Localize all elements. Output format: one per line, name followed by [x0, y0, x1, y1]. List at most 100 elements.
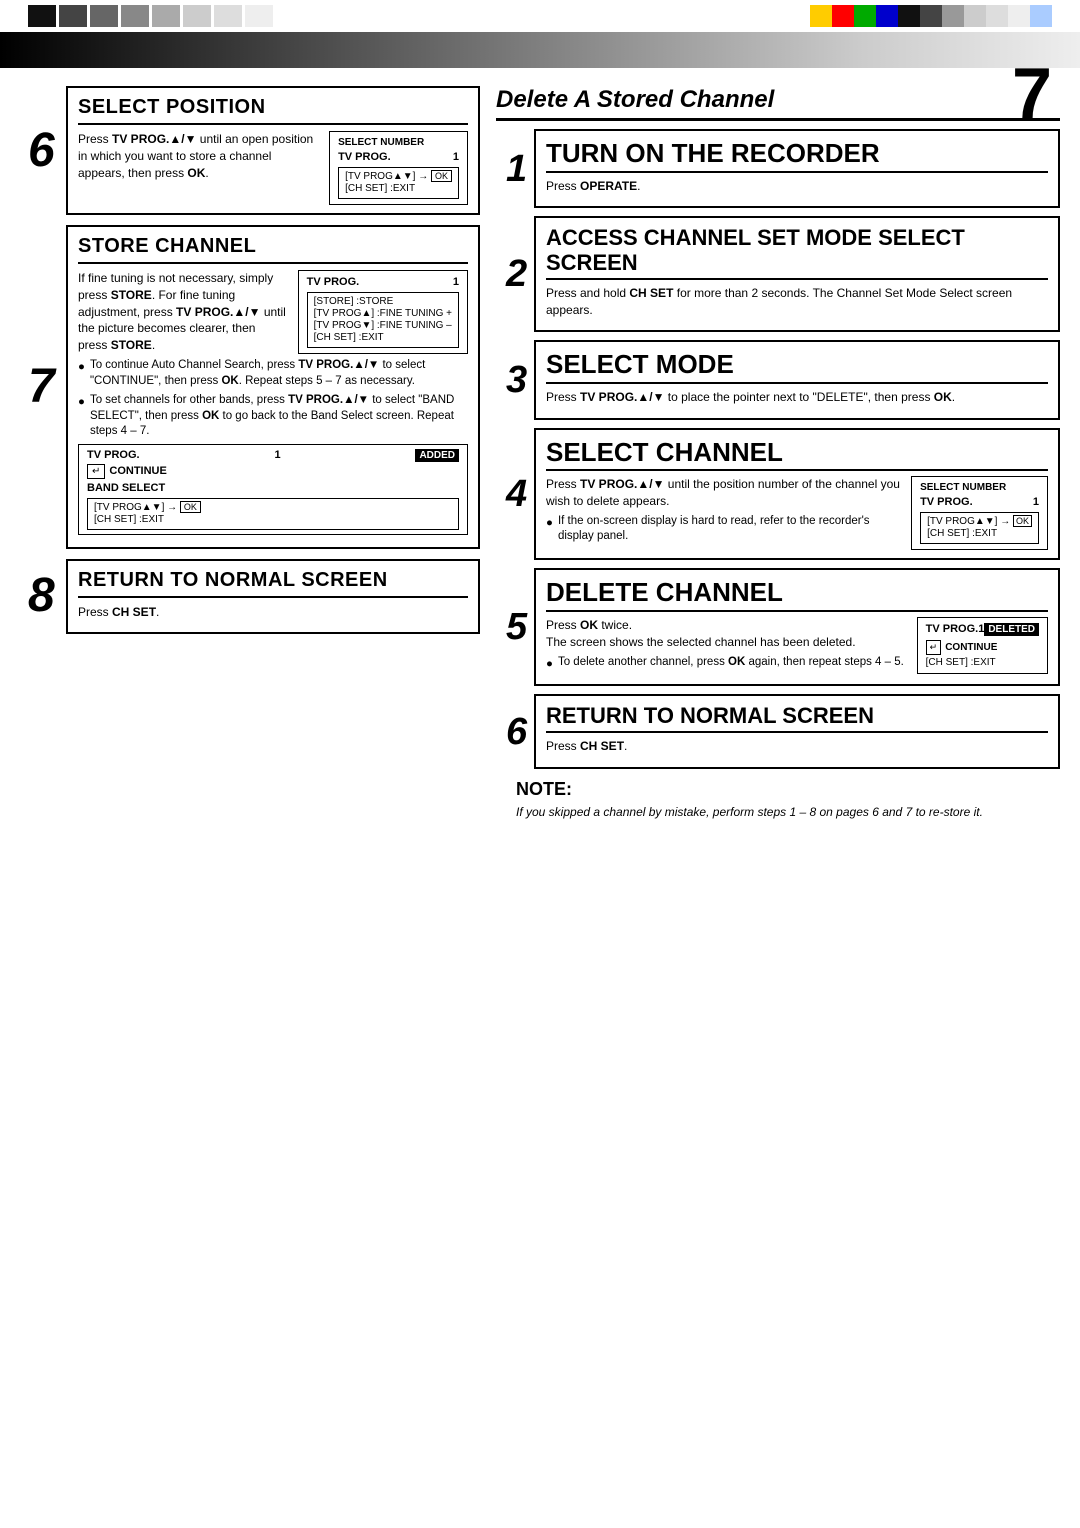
delete-channel-content: TV PROG. 1 DELETED ↵ CONTINUE [CH SET] :… — [546, 617, 1048, 676]
del-label: TV PROG. — [926, 623, 979, 636]
color-block-vlt — [986, 5, 1008, 27]
sc-bullet-text: If the on-screen display is hard to read… — [558, 514, 901, 545]
nav-key-1: [TV PROG▲▼] → OK — [345, 171, 452, 182]
band-select-label: BAND SELECT — [87, 482, 459, 494]
color-block-2 — [59, 5, 87, 27]
color-blocks-left — [28, 5, 273, 27]
step-1-number: 1 — [506, 150, 527, 188]
access-channel-section: ACCESS CHANNEL SET MODE SELECT SCREEN Pr… — [534, 216, 1060, 332]
bullet-dot-2: ● — [78, 395, 85, 440]
store-tvprog-label: TV PROG. — [307, 276, 360, 288]
return-normal-section-right: RETURN TO NORMAL SCREEN Press CH SET. — [534, 694, 1060, 769]
deleted-badge: DELETED — [984, 623, 1039, 636]
sc-bullet-dot: ● — [546, 516, 553, 545]
right-column: Delete A Stored Channel 1 TURN ON THE RE… — [496, 86, 1060, 821]
sc-nav-2: [CH SET] :EXIT — [927, 528, 1032, 539]
store-nav-1: [STORE] :STORE — [314, 296, 452, 307]
note-section: NOTE: If you skipped a channel by mistak… — [496, 779, 1060, 821]
select-channel-content: SELECT NUMBER TV PROG. 1 [TV PROG▲▼] → O… — [546, 476, 1048, 550]
del-exit: [CH SET] :EXIT — [926, 657, 1039, 668]
return-normal-body-right: Press CH SET. — [546, 738, 1048, 755]
return-normal-body-left: Press CH SET. — [78, 604, 468, 621]
tv-prog-value: 1 — [453, 151, 459, 163]
note-body: If you skipped a channel by mistake, per… — [516, 804, 1060, 821]
store-nav-3: [TV PROG▼] :FINE TUNING – — [314, 320, 452, 331]
return-normal-section-left: RETURN TO NORMAL SCREEN Press CH SET. — [66, 559, 480, 635]
page-number: 7 — [1012, 58, 1052, 130]
color-blocks-right — [810, 5, 1052, 27]
sc-bullet: ● If the on-screen display is hard to re… — [546, 514, 901, 545]
store-channel-section: STORE CHANNEL TV PROG. 1 [STORE] :STORE … — [66, 225, 480, 549]
color-block-yellow — [810, 5, 832, 27]
select-channel-num-row: TV PROG. 1 — [920, 496, 1039, 508]
select-mode-section: SELECT MODE Press TV PROG.▲/▼ to place t… — [534, 340, 1060, 419]
select-position-content: SELECT NUMBER TV PROG. 1 [TV PROG▲▼] → O… — [78, 131, 468, 205]
left-column: 6 SELECT POSITION SELECT NUMBER TV PROG.… — [20, 86, 480, 821]
color-block-wh — [1008, 5, 1030, 27]
store-nav-ch: [CH SET] :EXIT — [94, 514, 452, 525]
store-channel-infobox: TV PROG. 1 [STORE] :STORE [TV PROG▲] :FI… — [298, 270, 468, 354]
del-bullet-text: To delete another channel, press OK agai… — [558, 655, 904, 673]
top-bar — [0, 0, 1080, 32]
step-2-access-channel: 2 ACCESS CHANNEL SET MODE SELECT SCREEN … — [534, 216, 1060, 332]
step-8-return-normal: 8 RETURN TO NORMAL SCREEN Press CH SET. — [66, 559, 480, 635]
step-4-number: 4 — [506, 475, 527, 513]
access-channel-title: ACCESS CHANNEL SET MODE SELECT SCREEN — [546, 226, 1048, 279]
delete-stored-channel-header: Delete A Stored Channel — [496, 86, 1060, 121]
color-block-blue — [876, 5, 898, 27]
store-channel-nav: [STORE] :STORE [TV PROG▲] :FINE TUNING +… — [307, 292, 459, 348]
select-position-infobox: SELECT NUMBER TV PROG. 1 [TV PROG▲▼] → O… — [329, 131, 468, 205]
select-channel-section: SELECT CHANNEL SELECT NUMBER TV PROG. 1 … — [534, 428, 1060, 561]
store-nav-keys: [TV PROG▲▼] → OK [CH SET] :EXIT — [87, 498, 459, 530]
store-tvprog-row: TV PROG. 1 — [307, 276, 459, 288]
del-continue-row: ↵ CONTINUE — [926, 640, 1039, 655]
color-block-8 — [245, 5, 273, 27]
turn-on-title: TURN ON THE RECORDER — [546, 139, 1048, 173]
store-display-label: TV PROG. — [87, 449, 140, 461]
sc-label: TV PROG. — [920, 496, 973, 508]
sc-value: 1 — [1033, 496, 1039, 508]
store-bullet-1-text: To continue Auto Channel Search, press T… — [90, 358, 468, 389]
select-channel-nav: [TV PROG▲▼] → OK [CH SET] :EXIT — [920, 512, 1039, 544]
return-normal-title-right: RETURN TO NORMAL SCREEN — [546, 704, 1048, 733]
color-block-black — [898, 5, 920, 27]
select-position-section: SELECT POSITION SELECT NUMBER TV PROG. 1… — [66, 86, 480, 215]
step-6-return-normal: 6 RETURN TO NORMAL SCREEN Press CH SET. — [534, 694, 1060, 769]
color-block-dk — [920, 5, 942, 27]
step-7-store-channel: 7 STORE CHANNEL TV PROG. 1 [STORE] :STOR… — [66, 225, 480, 549]
store-bullet-1: ● To continue Auto Channel Search, press… — [78, 358, 468, 389]
step-3-select-mode: 3 SELECT MODE Press TV PROG.▲/▼ to place… — [534, 340, 1060, 419]
continue-icon: ↵ — [87, 464, 105, 479]
delete-channel-infobox: TV PROG. 1 DELETED ↵ CONTINUE [CH SET] :… — [917, 617, 1048, 674]
color-block-3 — [90, 5, 118, 27]
header-gradient-bar — [0, 32, 1080, 68]
select-number-title: SELECT NUMBER — [338, 137, 459, 148]
store-bullet-2-text: To set channels for other bands, press T… — [90, 393, 468, 440]
delete-channel-title: DELETE CHANNEL — [546, 578, 1048, 612]
store-nav-2: [TV PROG▲] :FINE TUNING + — [314, 308, 452, 319]
select-mode-body: Press TV PROG.▲/▼ to place the pointer n… — [546, 389, 1048, 406]
del-bullet: ● To delete another channel, press OK ag… — [546, 655, 907, 673]
step-5-number: 5 — [506, 608, 527, 646]
continue-row: ↵ CONTINUE — [87, 464, 459, 479]
delete-channel-section: DELETE CHANNEL TV PROG. 1 DELETED ↵ CONT… — [534, 568, 1060, 686]
step-3-number: 3 — [506, 361, 527, 399]
return-normal-title-left: RETURN TO NORMAL SCREEN — [78, 569, 468, 598]
step-5-delete-channel: 5 DELETE CHANNEL TV PROG. 1 DELETED ↵ CO… — [534, 568, 1060, 686]
store-nav-tv: [TV PROG▲▼] → OK — [94, 502, 452, 513]
select-channel-num-title: SELECT NUMBER — [920, 482, 1039, 493]
store-display-value: 1 — [274, 449, 280, 461]
del-continue-icon: ↵ — [926, 640, 942, 655]
store-channel-title: STORE CHANNEL — [78, 235, 468, 264]
color-block-5 — [152, 5, 180, 27]
select-channel-infobox: SELECT NUMBER TV PROG. 1 [TV PROG▲▼] → O… — [911, 476, 1048, 550]
color-block-6 — [183, 5, 211, 27]
step-6r-number: 6 — [506, 713, 527, 751]
color-block-green — [854, 5, 876, 27]
color-block-7 — [214, 5, 242, 27]
color-block-md — [942, 5, 964, 27]
store-channel-content: TV PROG. 1 [STORE] :STORE [TV PROG▲] :FI… — [78, 270, 468, 358]
nav-key-2: [CH SET] :EXIT — [345, 183, 452, 194]
color-block-1 — [28, 5, 56, 27]
color-block-lblue — [1030, 5, 1052, 27]
